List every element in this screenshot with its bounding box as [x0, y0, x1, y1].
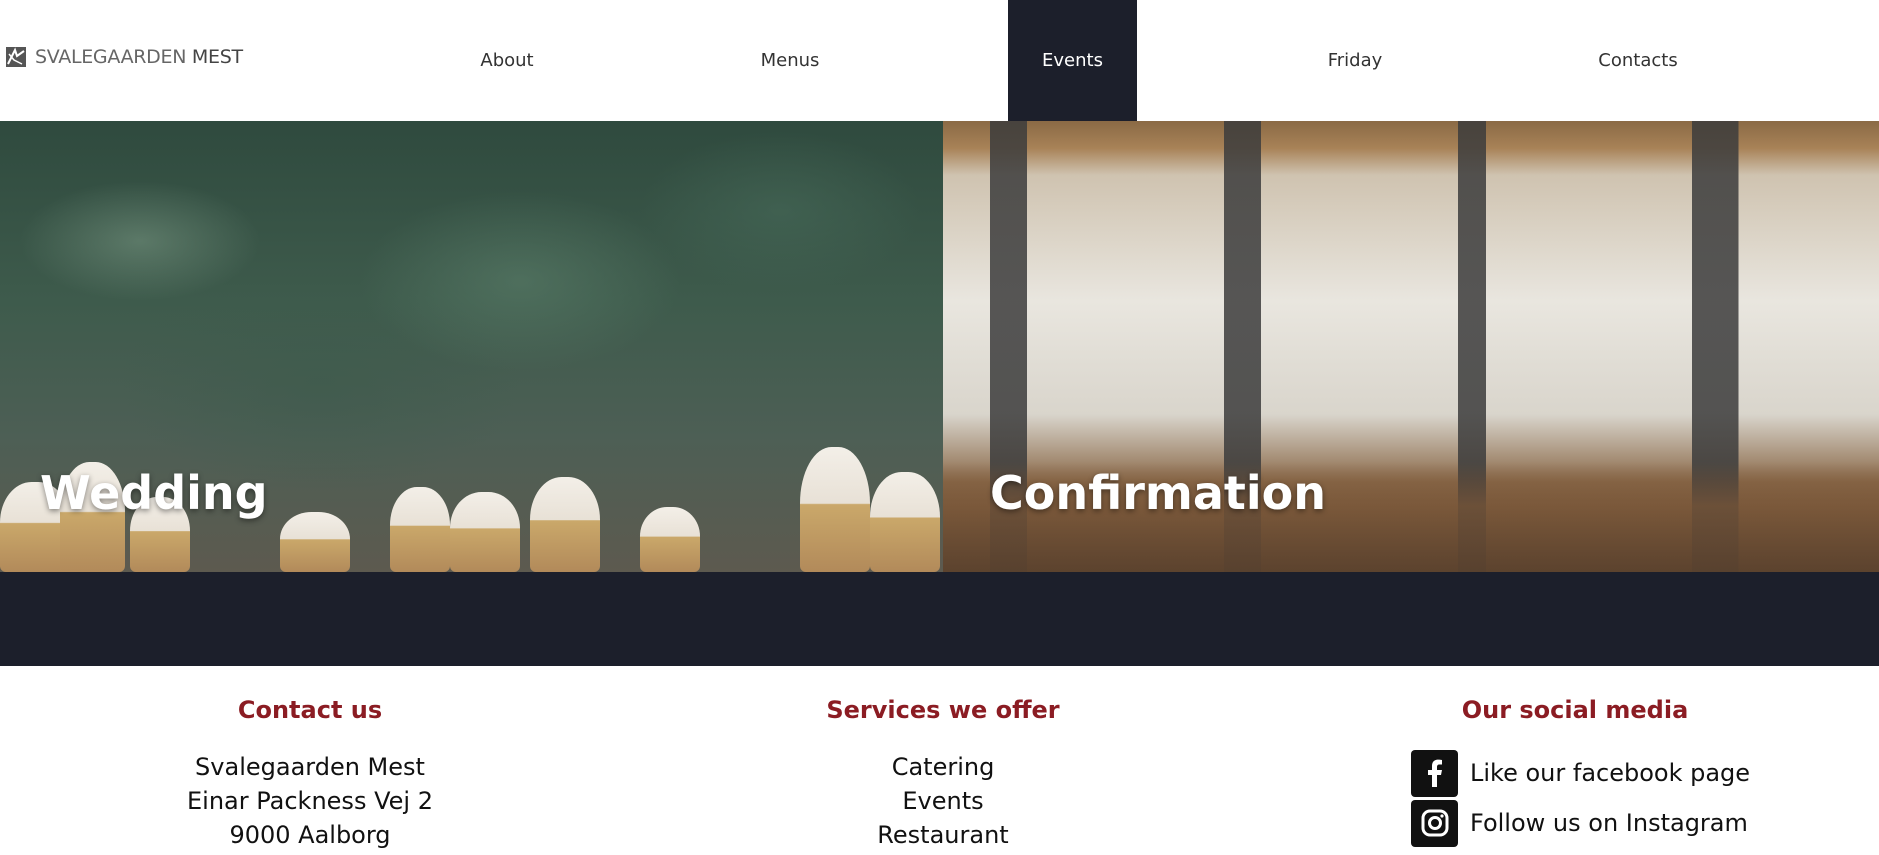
- nav-events[interactable]: Events: [1008, 0, 1137, 121]
- contact-line-city: 9000 Aalborg: [229, 821, 391, 849]
- instagram-icon: [1411, 799, 1458, 847]
- nav-contacts[interactable]: Contacts: [1573, 0, 1703, 121]
- social-list: Like our facebook page Follow us on Inst…: [1400, 748, 1750, 848]
- facebook-label: Like our facebook page: [1470, 759, 1751, 787]
- contact-line-street: Einar Packness Vej 2: [187, 787, 433, 815]
- confirmation-title: Confirmation: [990, 466, 1326, 520]
- nav-friday[interactable]: Friday: [1290, 0, 1420, 121]
- instagram-link[interactable]: Follow us on Instagram: [1411, 798, 1750, 848]
- confirmation-tile[interactable]: Confirmation: [943, 121, 1879, 572]
- social-column: Our social media Like our facebook page …: [1400, 696, 1750, 848]
- contact-line-name: Svalegaarden Mest: [195, 753, 425, 781]
- contact-column: Contact us Svalegaarden Mest Einar Packn…: [160, 696, 460, 852]
- service-item-restaurant[interactable]: Restaurant: [793, 818, 1093, 852]
- site-logo[interactable]: SVALEGAARDEN MEST: [5, 44, 243, 70]
- facebook-icon: [1411, 749, 1458, 797]
- logo-text-strong: MEST: [191, 46, 243, 68]
- site-header: SVALEGAARDEN MEST About Menus Events Fri…: [0, 0, 1879, 121]
- site-footer: Contact us Svalegaarden Mest Einar Packn…: [0, 666, 1879, 855]
- dark-band: [0, 572, 1879, 666]
- nav-menus[interactable]: Menus: [725, 0, 855, 121]
- logo-text-light: SVALEGAARDEN: [35, 46, 187, 68]
- service-item-catering[interactable]: Catering: [793, 750, 1093, 784]
- logo-text: SVALEGAARDEN MEST: [35, 46, 243, 68]
- facebook-link[interactable]: Like our facebook page: [1411, 748, 1750, 798]
- services-list: Catering Events Restaurant: [793, 750, 1093, 852]
- social-heading: Our social media: [1461, 696, 1689, 724]
- contact-heading: Contact us: [237, 696, 383, 724]
- service-item-events[interactable]: Events: [793, 784, 1093, 818]
- wedding-title: Wedding: [40, 466, 268, 520]
- services-heading: Services we offer: [826, 696, 1060, 724]
- wedding-tile[interactable]: Wedding: [0, 121, 943, 572]
- instagram-label: Follow us on Instagram: [1470, 809, 1748, 837]
- nav-about[interactable]: About: [443, 0, 571, 121]
- logo-mark-icon: [6, 47, 26, 67]
- services-column: Services we offer Catering Events Restau…: [793, 696, 1093, 852]
- contact-list: Svalegaarden Mest Einar Packness Vej 2 9…: [160, 750, 460, 852]
